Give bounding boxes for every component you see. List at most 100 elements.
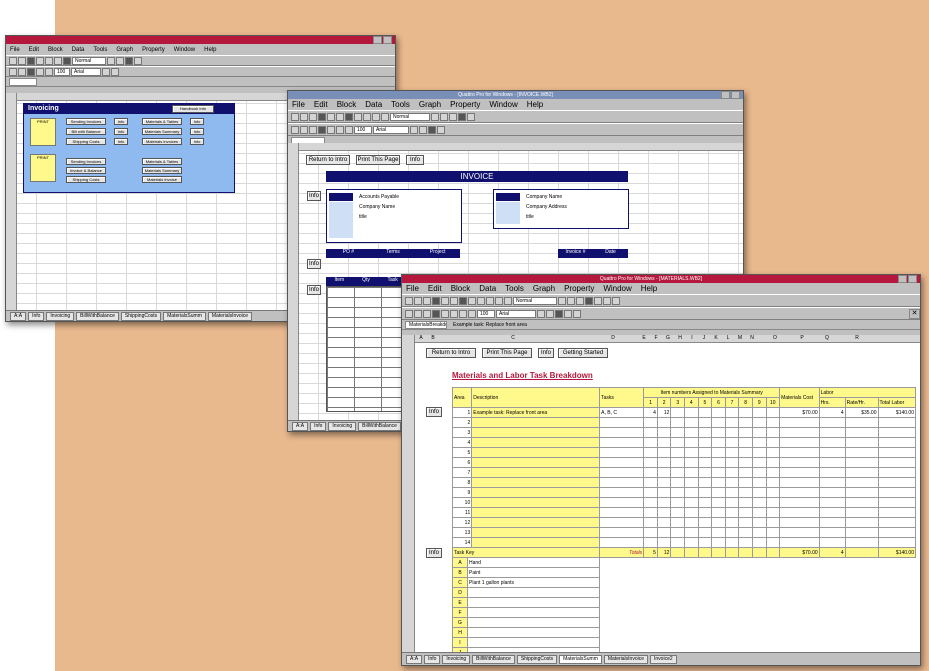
table-cell[interactable]	[599, 517, 645, 528]
table-cell[interactable]	[844, 507, 879, 518]
table-cell[interactable]	[724, 467, 740, 478]
getting-started-button[interactable]: Getting Started	[558, 348, 608, 358]
menu-file[interactable]: File	[292, 100, 305, 109]
minimize-button[interactable]	[898, 275, 907, 283]
tool-icon[interactable]	[410, 125, 418, 134]
table-cell[interactable]	[599, 457, 645, 468]
table-cell[interactable]	[844, 467, 879, 478]
sending-invoices-button[interactable]: Sending Invoices	[66, 118, 106, 125]
table-cell[interactable]	[670, 517, 686, 528]
table-cell[interactable]	[724, 437, 740, 448]
minimize-button[interactable]	[721, 91, 730, 99]
menu-tools[interactable]: Tools	[93, 47, 107, 53]
table-cell[interactable]	[697, 477, 713, 488]
sheet-tab[interactable]: ShippingCosts	[120, 311, 162, 321]
table-cell[interactable]	[599, 487, 645, 498]
table-cell[interactable]	[724, 457, 740, 468]
task-key-description[interactable]: Plant 1 gallon plants	[467, 577, 600, 588]
return-to-intro-button[interactable]: Return to Intro	[306, 155, 350, 165]
table-cell[interactable]	[670, 447, 686, 458]
table-cell[interactable]	[599, 467, 645, 478]
tool-icon[interactable]	[414, 296, 422, 305]
tool-icon[interactable]	[27, 67, 35, 76]
table-cell[interactable]	[844, 517, 879, 528]
table-cell[interactable]	[697, 457, 713, 468]
handbook-info-button[interactable]: Handbook Info	[172, 105, 214, 113]
table-cell[interactable]	[643, 477, 658, 488]
title-bar[interactable]: Quattro Pro for Windows - [MATERIALS.WB2…	[402, 275, 920, 283]
table-cell[interactable]	[724, 527, 740, 538]
zoom-box[interactable]: 100	[354, 125, 372, 134]
table-cell[interactable]	[656, 527, 672, 538]
table-cell[interactable]	[670, 477, 686, 488]
materials-tables-button-2[interactable]: Materials & Tables	[142, 158, 182, 165]
tool-icon[interactable]	[477, 296, 485, 305]
tool-icon[interactable]	[372, 112, 380, 121]
table-cell[interactable]	[697, 427, 713, 438]
tool-icon[interactable]	[504, 296, 512, 305]
table-cell[interactable]	[818, 517, 846, 528]
table-cell[interactable]	[471, 457, 601, 468]
table-cell[interactable]	[765, 437, 781, 448]
task-key-description[interactable]	[467, 587, 600, 598]
font-box[interactable]: Arial	[373, 125, 409, 134]
menu-help[interactable]: Help	[527, 100, 543, 109]
tool-icon[interactable]	[309, 125, 317, 134]
table-cell[interactable]	[779, 487, 820, 498]
table-cell[interactable]	[684, 457, 699, 468]
sheet-tab[interactable]: BillWithBalance	[472, 654, 515, 664]
table-cell[interactable]	[877, 527, 916, 538]
sheet-tab[interactable]: MaterialsSumm	[559, 654, 602, 664]
table-cell[interactable]	[779, 457, 820, 468]
tool-icon[interactable]	[318, 112, 326, 121]
table-cell[interactable]	[643, 507, 658, 518]
table-cell[interactable]	[643, 447, 658, 458]
table-cell[interactable]	[738, 507, 753, 518]
menu-edit[interactable]: Edit	[29, 47, 39, 53]
table-cell[interactable]	[697, 527, 713, 538]
hrs-cell[interactable]: 4	[818, 407, 846, 418]
font-box[interactable]: Arial	[496, 309, 536, 318]
table-cell[interactable]	[765, 527, 781, 538]
tool-icon[interactable]	[345, 125, 353, 134]
table-cell[interactable]	[643, 467, 658, 478]
tool-icon[interactable]	[567, 296, 575, 305]
close-icon[interactable]: ✕	[909, 308, 920, 319]
tool-icon[interactable]	[18, 56, 26, 65]
tool-icon[interactable]	[468, 309, 476, 318]
sheet-tab[interactable]: MaterialsInvoice	[207, 311, 253, 321]
menu-property[interactable]: Property	[564, 284, 594, 293]
table-cell[interactable]	[697, 497, 713, 508]
table-cell[interactable]	[751, 537, 767, 548]
table-cell[interactable]	[818, 477, 846, 488]
table-cell[interactable]	[765, 447, 781, 458]
title-bar[interactable]	[6, 36, 395, 44]
table-cell[interactable]	[818, 487, 846, 498]
table-cell[interactable]	[779, 477, 820, 488]
table-cell[interactable]	[670, 437, 686, 448]
maximize-button[interactable]	[731, 91, 740, 99]
menu-property[interactable]: Property	[450, 100, 480, 109]
tool-icon[interactable]	[363, 112, 371, 121]
table-cell[interactable]	[877, 487, 916, 498]
table-cell[interactable]	[471, 417, 601, 428]
tool-icon[interactable]	[300, 125, 308, 134]
table-cell[interactable]	[751, 497, 767, 508]
tool-icon[interactable]	[432, 296, 440, 305]
description-cell[interactable]: Example task: Replace front area	[471, 407, 601, 418]
sending-invoices-button-2[interactable]: Sending Invoices	[66, 158, 106, 165]
tool-icon[interactable]	[9, 56, 17, 65]
table-cell[interactable]	[684, 497, 699, 508]
table-cell[interactable]	[779, 467, 820, 478]
table-cell[interactable]	[643, 497, 658, 508]
tool-icon[interactable]	[291, 125, 299, 134]
menu-block[interactable]: Block	[48, 47, 63, 53]
tool-icon[interactable]	[558, 296, 566, 305]
tool-icon[interactable]	[458, 112, 466, 121]
table-cell[interactable]	[656, 457, 672, 468]
table-cell[interactable]	[765, 497, 781, 508]
table-cell[interactable]	[697, 517, 713, 528]
tool-icon[interactable]	[486, 296, 494, 305]
tool-icon[interactable]	[318, 125, 326, 134]
task-key-description[interactable]: Hand	[467, 557, 600, 568]
